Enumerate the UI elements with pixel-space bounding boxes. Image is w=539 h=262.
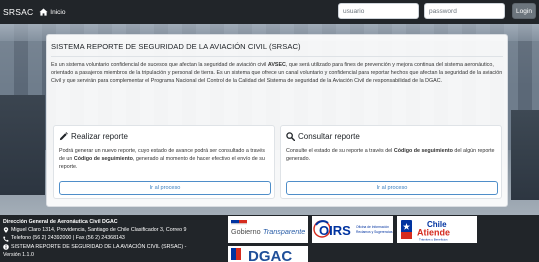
report-card-header: Realizar reporte: [59, 132, 128, 141]
page-title: SISTEMA REPORTE DE SEGURIDAD DE LA AVIAC…: [51, 42, 301, 51]
consult-card-header: Consultar reporte: [286, 132, 360, 141]
oirs-line-2: Reclamos y Sugerencias: [356, 230, 393, 234]
consult-text-1: Consulte el estado de su reporte a travé…: [286, 148, 394, 154]
nav-home-label: Inicio: [50, 8, 66, 16]
pencil-icon: [59, 132, 68, 141]
transparente-text: Transparente: [263, 227, 305, 236]
oirs-line-1: Oficina de Información: [356, 225, 389, 229]
oirs-big-text: OIRS: [319, 223, 351, 238]
dgac-logo[interactable]: DGAC: [228, 246, 308, 262]
oirs-logo[interactable]: OIRS Oficina de Información Reclamos y S…: [312, 216, 393, 243]
footer-system-text: SISTEMA REPORTE DE SEGURIDAD DE LA AVIAC…: [11, 243, 187, 250]
atiende-text: Atiende: [417, 228, 450, 238]
description-text-1: Es un sistema voluntario confidencial de…: [51, 62, 268, 68]
footer-phone: Telefono (56 2) 24392000 | Fax (56 2) 24…: [3, 234, 186, 242]
map-marker-icon: [3, 227, 9, 234]
consult-card: Consultar reporte Consulte el estado de …: [280, 125, 502, 199]
footer-phone-text: Telefono (56 2) 24392000 | Fax (56 2) 24…: [11, 235, 125, 242]
main-panel: SISTEMA REPORTE DE SEGURIDAD DE LA AVIAC…: [46, 34, 508, 207]
consult-card-title: Consultar reporte: [298, 132, 360, 141]
report-card-title: Realizar reporte: [71, 132, 128, 141]
search-icon: [286, 132, 295, 141]
footer-org-name: Dirección General de Aeronáutica Civil D…: [3, 219, 118, 225]
phone-icon: [3, 235, 9, 242]
chile-atiende-tagline: Trámites y Beneficios: [419, 238, 448, 242]
footer-contact-info: Dirección General de Aeronáutica Civil D…: [3, 218, 186, 259]
background-desk-right: [511, 110, 539, 200]
login-button[interactable]: Login: [512, 3, 536, 19]
report-process-button[interactable]: Ir al proceso: [59, 181, 271, 195]
consult-card-text: Consulte el estado de su reporte a travé…: [286, 147, 498, 163]
gobierno-transparente-logo[interactable]: Gobierno Transparente: [228, 216, 308, 243]
password-input[interactable]: password: [424, 3, 505, 19]
gobierno-text: Gobierno: [231, 227, 261, 236]
home-icon: [39, 8, 48, 16]
password-placeholder: password: [429, 7, 457, 15]
gobierno-transparente-graphic: Gobierno Transparente: [228, 216, 308, 243]
dgac-graphic: DGAC: [228, 246, 308, 262]
chile-atiende-logo[interactable]: Chile Atiende Trámites y Beneficios: [397, 216, 477, 243]
oirs-graphic: OIRS Oficina de Información Reclamos y S…: [312, 216, 393, 243]
footer-address: Miguel Claro 1314, Providencia, Santiago…: [3, 226, 186, 234]
report-text-code: Código de seguimiento: [73, 156, 133, 163]
navbar: SRSAC Inicio usuario password Login: [0, 0, 539, 24]
brand[interactable]: SRSAC: [3, 7, 33, 17]
description-avsec: AVSEC: [267, 62, 286, 68]
dgac-text: DGAC: [248, 248, 292, 262]
nav-home-link[interactable]: Inicio: [39, 8, 65, 16]
report-card-text: Podrá generar un nuevo reporte, cuyo est…: [59, 147, 271, 171]
chile-atiende-graphic: Chile Atiende Trámites y Beneficios: [397, 216, 477, 243]
title-divider: [51, 56, 503, 57]
footer-system: SISTEMA REPORTE DE SEGURIDAD DE LA AVIAC…: [3, 243, 186, 251]
info-circle-icon: [3, 243, 9, 250]
system-description: Es un sistema voluntario confidencial de…: [51, 61, 506, 85]
report-card: Realizar reporte Podrá generar un nuevo …: [53, 125, 275, 199]
footer-address-text: Miguel Claro 1314, Providencia, Santiago…: [11, 227, 187, 234]
consult-process-button[interactable]: Ir al proceso: [286, 181, 498, 195]
background-desk-left: [0, 95, 45, 195]
username-input[interactable]: usuario: [338, 3, 419, 19]
login-form: usuario password Login: [338, 3, 536, 19]
footer-version: Versión 1.1.0: [3, 251, 34, 258]
consult-text-code: Código de seguimiento: [393, 148, 453, 154]
username-placeholder: usuario: [343, 7, 365, 15]
